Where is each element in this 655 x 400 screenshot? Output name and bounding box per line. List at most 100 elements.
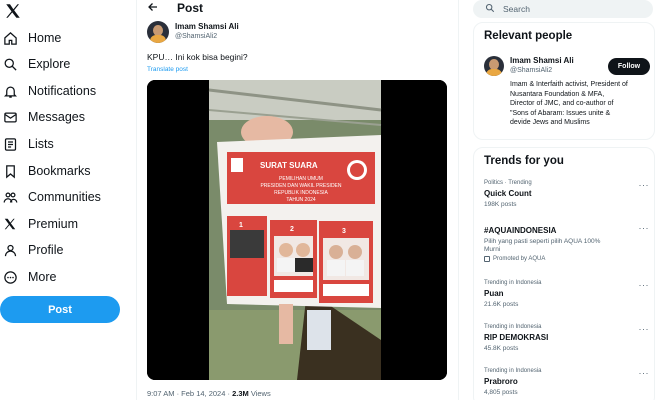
author-handle[interactable]: @ShamsiAli2 — [175, 33, 217, 40]
trends-title: Trends for you — [484, 155, 564, 167]
trend-name: RIP DEMOKRASI — [484, 333, 549, 342]
home-icon — [2, 30, 18, 46]
promoted-text: Promoted by AQUA — [493, 256, 546, 262]
relevant-name[interactable]: Imam Shamsi Ali — [510, 56, 574, 65]
translate-link[interactable]: Translate post — [147, 66, 188, 73]
bio-line: Nusantara Foundation & MFA, — [510, 90, 605, 98]
ballot-line-3: REPUBLIK INDONESIA — [274, 190, 328, 196]
nav-label: More — [28, 270, 57, 284]
ballot-line-4: TAHUN 2024 — [286, 197, 316, 203]
trend-count: 4,805 posts — [484, 389, 518, 396]
candidate-number-3: 3 — [342, 228, 346, 235]
views-label: Views — [248, 389, 271, 398]
bookmark-icon — [2, 163, 18, 179]
page-title: Post — [177, 1, 204, 15]
right-sidebar: Relevant people Imam Shamsi Ali @ShamsiA… — [470, 0, 655, 400]
trend-count: 45.8K posts — [484, 345, 519, 352]
author-name[interactable]: Imam Shamsi Ali — [175, 22, 239, 31]
post-time[interactable]: 9:07 AM · Feb 14, 2024 · — [147, 389, 232, 398]
trend-name: Prabroro — [484, 377, 518, 386]
x-logo-icon — [2, 216, 18, 232]
post-image[interactable]: SURAT SUARA PEMILIHAN UMUM PRESIDEN DAN … — [147, 80, 447, 380]
trend-item[interactable]: Politics · Trending Quick Count 198K pos… — [484, 180, 649, 208]
bio-line: "Sons of Abaram: Issues unite & — [510, 109, 611, 117]
follow-button[interactable]: Follow — [608, 58, 650, 75]
trend-description: Pilih yang pasti seperti pilih AQUA 100% — [484, 238, 601, 245]
bio-line: devide Jews and Muslims — [510, 119, 590, 127]
trend-context: Trending in Indonesia — [484, 324, 542, 330]
list-icon — [2, 136, 18, 152]
nav-label: Notifications — [28, 84, 97, 98]
nav-label: Premium — [28, 217, 79, 231]
search-bar[interactable] — [473, 0, 653, 18]
candidate-number-1: 1 — [239, 222, 243, 229]
bio-line: Imam & Interfaith activist, President of — [510, 81, 628, 88]
trend-context: Trending in Indonesia — [484, 368, 542, 374]
relevant-handle[interactable]: @ShamsiAli2 — [510, 67, 552, 74]
nav-communities[interactable]: Communities — [2, 186, 101, 208]
trend-context: Trending in Indonesia — [484, 280, 542, 286]
post-column: Post Imam Shamsi Ali @ShamsiAli2 KPU… In… — [136, 0, 459, 400]
left-navigation: Home Explore Notifications Messages List… — [0, 0, 130, 400]
nav-home[interactable]: Home — [2, 27, 61, 49]
nav-label: Bookmarks — [28, 164, 91, 178]
person-icon — [2, 242, 18, 258]
ballot-line-1: PEMILIHAN UMUM — [279, 176, 323, 182]
post-meta: 9:07 AM · Feb 14, 2024 · 2.3M Views — [147, 389, 271, 398]
trend-count: 21.6K posts — [484, 301, 519, 308]
trend-name: #AQUAINDONESIA — [484, 226, 557, 235]
nav-label: Messages — [28, 110, 85, 124]
relevant-avatar[interactable] — [484, 56, 504, 76]
nav-lists[interactable]: Lists — [2, 133, 54, 155]
promoted-label: Promoted by AQUA — [484, 256, 649, 262]
view-count: 2.3M — [232, 389, 249, 398]
more-circle-icon — [2, 269, 18, 285]
trend-description-2: Murni — [484, 246, 501, 253]
ballot-photo: SURAT SUARA PEMILIHAN UMUM PRESIDEN DAN … — [147, 80, 447, 380]
nav-bookmarks[interactable]: Bookmarks — [2, 160, 91, 182]
trend-item[interactable]: Trending in Indonesia RIP DEMOKRASI 45.8… — [484, 324, 649, 352]
nav-label: Profile — [28, 243, 64, 257]
ballot-line-2: PRESIDEN DAN WAKIL PRESIDEN — [260, 183, 341, 189]
nav-messages[interactable]: Messages — [2, 106, 85, 128]
post-header: Post — [147, 0, 203, 16]
author-avatar[interactable] — [147, 21, 169, 43]
tweet-text: KPU… Ini kok bisa begini? — [147, 52, 248, 62]
nav-explore[interactable]: Explore — [2, 53, 70, 75]
relevant-people-card: Relevant people Imam Shamsi Ali @ShamsiA… — [473, 22, 655, 140]
nav-label: Communities — [28, 190, 101, 204]
more-dots-icon[interactable]: ··· — [639, 280, 650, 290]
back-arrow-icon[interactable] — [147, 1, 163, 16]
trend-name: Puan — [484, 289, 504, 298]
search-icon — [485, 0, 495, 18]
trend-item[interactable]: Trending in Indonesia Puan 21.6K posts ·… — [484, 280, 649, 308]
relevant-people-title: Relevant people — [484, 30, 573, 42]
candidate-number-2: 2 — [290, 226, 294, 233]
bio-line: Director of JMC, and co-author of — [510, 100, 614, 108]
trend-item[interactable]: #AQUAINDONESIA Pilih yang pasti seperti … — [484, 223, 649, 262]
mail-icon — [2, 109, 18, 125]
nav-profile[interactable]: Profile — [2, 239, 63, 261]
more-dots-icon[interactable]: ··· — [639, 368, 650, 378]
search-input[interactable] — [503, 4, 643, 14]
nav-more[interactable]: More — [2, 266, 56, 288]
more-dots-icon[interactable]: ··· — [639, 223, 650, 233]
nav-label: Home — [28, 31, 62, 45]
x-logo-icon[interactable] — [4, 2, 22, 20]
nav-notifications[interactable]: Notifications — [2, 80, 96, 102]
people-icon — [2, 189, 18, 205]
more-dots-icon[interactable]: ··· — [639, 180, 650, 190]
post-button[interactable]: Post — [0, 296, 120, 323]
bell-icon — [2, 83, 18, 99]
nav-label: Explore — [28, 57, 71, 71]
trend-count: 198K posts — [484, 201, 517, 208]
more-dots-icon[interactable]: ··· — [639, 324, 650, 334]
search-icon — [2, 56, 18, 72]
promoted-icon — [484, 256, 490, 262]
relevant-bio: Imam & Interfaith activist, President of… — [510, 80, 653, 128]
nav-premium[interactable]: Premium — [2, 213, 78, 235]
trend-item[interactable]: Trending in Indonesia Prabroro 4,805 pos… — [484, 368, 649, 396]
ballot-title: SURAT SUARA — [260, 161, 318, 170]
trend-context: Politics · Trending — [484, 180, 532, 186]
nav-label: Lists — [28, 137, 54, 151]
